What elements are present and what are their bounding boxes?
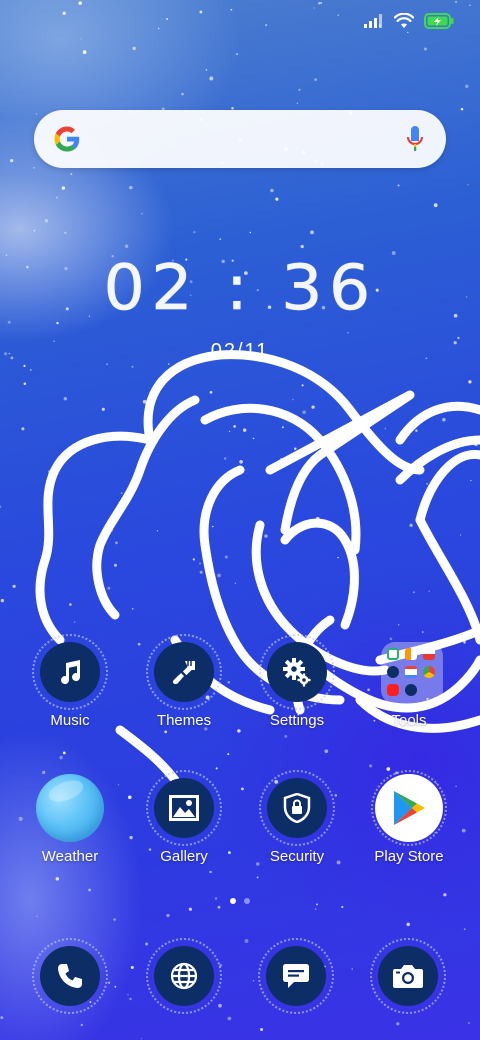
paintbrush-icon xyxy=(173,661,195,685)
dock-messages[interactable] xyxy=(258,938,334,1014)
clock-time: 02 : 36 xyxy=(103,251,377,325)
google-search-bar[interactable] xyxy=(34,110,446,168)
app-label: Music xyxy=(50,712,90,729)
app-label: Gallery xyxy=(160,848,208,865)
dock-browser[interactable] xyxy=(146,938,222,1014)
app-folder-tools[interactable]: Tools xyxy=(354,638,464,729)
app-music[interactable]: Music xyxy=(15,634,125,729)
play-store-icon xyxy=(394,791,425,825)
microphone-icon[interactable] xyxy=(406,125,424,153)
page-dot xyxy=(244,898,250,904)
globe-icon xyxy=(170,962,198,990)
app-label: Weather xyxy=(41,848,99,865)
phone-icon xyxy=(58,964,82,988)
clock-date: 02/11 xyxy=(210,340,270,362)
google-g-icon xyxy=(54,126,80,152)
signal-icon xyxy=(364,14,382,28)
app-security[interactable]: Security xyxy=(242,770,352,865)
app-label: Tools xyxy=(391,712,427,729)
page-indicator xyxy=(0,898,480,904)
message-icon xyxy=(283,964,309,988)
app-gallery[interactable]: Gallery xyxy=(129,770,239,865)
wifi-icon xyxy=(394,13,414,28)
folder-icon xyxy=(381,642,443,704)
dock-camera[interactable] xyxy=(370,938,446,1014)
gears-icon xyxy=(283,658,311,687)
app-label: Themes xyxy=(156,712,212,729)
weather-orb-icon xyxy=(36,774,104,842)
app-weather[interactable]: Weather xyxy=(15,774,125,865)
app-label: Security xyxy=(269,848,325,865)
app-label: Play Store xyxy=(374,848,444,865)
camera-icon xyxy=(393,965,423,988)
app-label: Settings xyxy=(269,712,325,729)
shield-lock-icon xyxy=(283,793,311,823)
app-play-store[interactable]: Play Store xyxy=(354,770,464,865)
app-themes[interactable]: Themes xyxy=(129,634,239,729)
music-note-icon xyxy=(61,660,81,685)
image-icon xyxy=(169,795,199,821)
clock-widget[interactable]: 02 : 36 xyxy=(0,248,480,328)
app-settings[interactable]: Settings xyxy=(242,634,352,729)
battery-charging-icon xyxy=(424,13,454,29)
page-dot-current xyxy=(230,898,236,904)
dock-phone[interactable] xyxy=(32,938,108,1014)
status-bar xyxy=(364,10,454,32)
